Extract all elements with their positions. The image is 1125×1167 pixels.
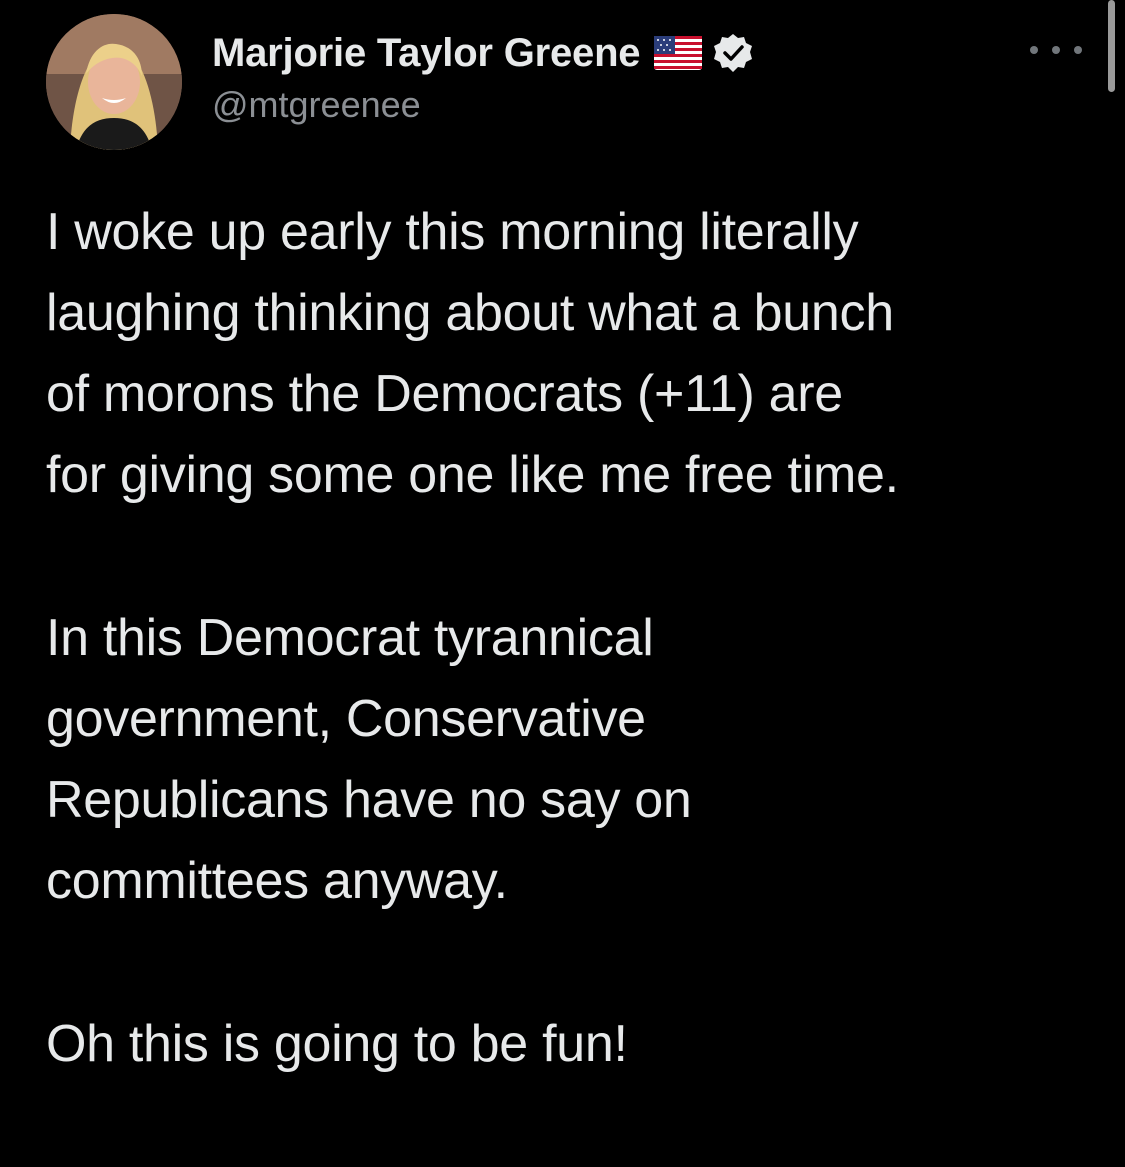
tweet-line: of morons the Democrats (+11) are xyxy=(46,365,843,423)
tweet-text: I woke up early this morning literally l… xyxy=(46,192,1096,1167)
tweet-line: for giving some one like me free time. xyxy=(46,446,899,504)
us-flag-icon xyxy=(654,36,703,70)
more-options-icon xyxy=(1052,46,1060,54)
tweet-paragraph: In this Democrat tyrannical government, … xyxy=(46,598,1096,922)
more-options-icon xyxy=(1074,46,1082,54)
author-handle[interactable]: @mtgreenee xyxy=(212,84,421,126)
verified-badge-icon[interactable] xyxy=(712,32,754,74)
tweet-paragraph: I woke up early this morning literally l… xyxy=(46,192,1096,516)
tweet-line: In this Democrat tyrannical xyxy=(46,609,654,667)
author-name-row: Marjorie Taylor Greene xyxy=(212,26,754,80)
tweet-line: I woke up early this morning literally xyxy=(46,203,859,261)
tweet-line: committees anyway. xyxy=(46,852,508,910)
display-name[interactable]: Marjorie Taylor Greene xyxy=(212,31,641,76)
tweet-line: Oh this is going to be fun! xyxy=(46,1015,628,1073)
avatar[interactable] xyxy=(46,14,182,150)
scrollbar[interactable] xyxy=(1108,0,1115,92)
tweet-line: government, Conservative xyxy=(46,690,646,748)
more-options-icon xyxy=(1030,46,1038,54)
tweet-line: Republicans have no say on xyxy=(46,771,692,829)
tweet-paragraph: Oh this is going to be fun! xyxy=(46,1004,1096,1085)
profile-photo xyxy=(46,14,182,150)
tweet-line: laughing thinking about what a bunch xyxy=(46,284,894,342)
more-options-button[interactable] xyxy=(1030,36,1082,64)
